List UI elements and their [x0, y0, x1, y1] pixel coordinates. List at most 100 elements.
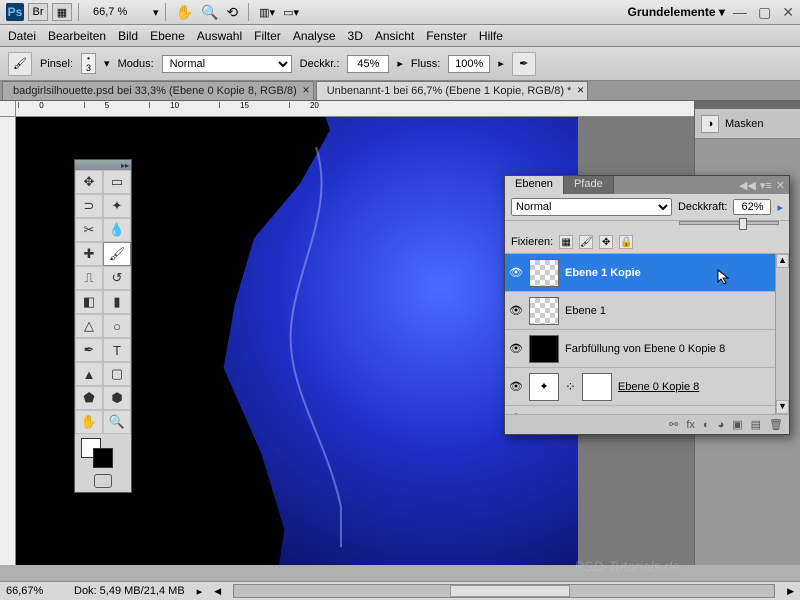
brush-size-picker[interactable]: •3 [81, 53, 96, 74]
ruler-vertical[interactable] [0, 117, 16, 565]
opacity-input[interactable] [347, 55, 389, 73]
layer-thumb[interactable] [529, 297, 559, 325]
visibility-icon[interactable]: 👁 [509, 380, 523, 393]
layer-thumb[interactable] [529, 335, 559, 363]
toolbox-collapse-icon[interactable]: ▸▸ [121, 161, 129, 170]
blur-tool[interactable]: △ [75, 314, 103, 338]
hand-tool-icon[interactable]: ✋ [176, 4, 193, 21]
marquee-tool[interactable]: ▭ [103, 170, 131, 194]
visibility-icon[interactable]: 👁 [509, 266, 523, 279]
tab-ebenen[interactable]: Ebenen [505, 176, 564, 194]
move-tool[interactable]: ✥ [75, 170, 103, 194]
layer-row[interactable]: 👁 Ebene 1 [505, 292, 775, 330]
zoom-percent-field[interactable]: 66,67% [6, 585, 62, 597]
menu-ebene[interactable]: Ebene [150, 29, 185, 43]
horizontal-scrollbar[interactable] [233, 584, 775, 598]
zoom-tool-icon[interactable]: 🔍 [201, 4, 218, 21]
zoom-level-dropdown[interactable]: 66,7 % [93, 6, 153, 18]
arrange-docs-icon[interactable]: ▥▾ [259, 6, 275, 19]
minimize-icon[interactable]: — [733, 4, 747, 20]
path-select-tool[interactable]: ▲ [75, 362, 103, 386]
menu-3d[interactable]: 3D [348, 29, 363, 43]
quick-mask-toggle[interactable] [94, 474, 112, 488]
airbrush-icon[interactable]: ✒ [512, 52, 536, 76]
new-layer-icon[interactable]: ▤ [751, 418, 761, 431]
visibility-icon[interactable]: 👁 [509, 304, 523, 317]
layer-opacity-input[interactable] [733, 199, 771, 215]
layer-name[interactable]: Ebene 1 Kopie [565, 267, 641, 279]
blend-mode-select[interactable]: Normal [162, 55, 292, 73]
lock-position-icon[interactable]: ✥ [599, 235, 613, 249]
tab-pfade[interactable]: Pfade [564, 176, 614, 194]
panel-collapse-icon[interactable]: ◀◀ [739, 179, 756, 192]
window-controls[interactable]: — ▢ ✕ [725, 4, 794, 21]
layer-name[interactable]: Farbfüllung von Ebene 0 Kopie 8 [565, 343, 725, 355]
link-layers-icon[interactable]: ⚯ [669, 418, 678, 431]
brush-tool-preset-icon[interactable]: 🖌 [8, 52, 32, 76]
adjustment-icon[interactable]: ◕ [718, 419, 725, 431]
menu-bild[interactable]: Bild [118, 29, 138, 43]
add-mask-icon[interactable]: ◐ [703, 419, 710, 431]
menu-ansicht[interactable]: Ansicht [375, 29, 414, 43]
menu-filter[interactable]: Filter [254, 29, 281, 43]
color-swatches[interactable] [75, 434, 131, 470]
close-icon[interactable]: ✕ [782, 4, 794, 20]
layout-button[interactable]: ▦ [52, 3, 72, 21]
layer-thumb[interactable] [529, 259, 559, 287]
opacity-slider[interactable] [679, 221, 779, 225]
bridge-button[interactable]: Br [28, 3, 48, 21]
layer-row[interactable]: 👁 Ebene 1 Kopie [505, 254, 775, 292]
eyedropper-tool[interactable]: 💧 [103, 218, 131, 242]
lock-all-icon[interactable]: 🔒 [619, 235, 633, 249]
lasso-tool[interactable]: ⊃ [75, 194, 103, 218]
pen-tool[interactable]: ✒ [75, 338, 103, 362]
ruler-origin[interactable] [0, 101, 16, 117]
eraser-tool[interactable]: ◧ [75, 290, 103, 314]
group-icon[interactable]: ▣ [732, 418, 742, 431]
menu-fenster[interactable]: Fenster [426, 29, 467, 43]
layer-row[interactable]: 👁 Farbfüllung von Ebene 0 Kopie 8 [505, 330, 775, 368]
background-color[interactable] [93, 448, 113, 468]
fx-icon[interactable]: fx [686, 419, 695, 431]
mask-thumb[interactable] [582, 373, 612, 401]
layer-thumb[interactable]: ✦ [529, 373, 559, 401]
screen-mode-icon[interactable]: ▭▾ [283, 6, 299, 19]
doc-tab-0[interactable]: badgirlsilhouette.psd bei 33,3% (Ebene 0… [2, 81, 314, 100]
lock-pixels-icon[interactable]: 🖌 [579, 235, 593, 249]
menu-datei[interactable]: Datei [8, 29, 36, 43]
3d-tool[interactable]: ⬟ [75, 386, 103, 410]
visibility-icon[interactable]: 👁 [509, 342, 523, 355]
type-tool[interactable]: T [103, 338, 131, 362]
layer-name[interactable]: Ebene 0 Kopie 8 [618, 381, 699, 393]
flow-input[interactable] [448, 55, 490, 73]
layers-scrollbar[interactable]: ▲▼ [775, 254, 789, 414]
lock-transparent-icon[interactable]: ▦ [559, 235, 573, 249]
menu-hilfe[interactable]: Hilfe [479, 29, 503, 43]
dodge-tool[interactable]: ○ [103, 314, 131, 338]
panel-close-icon[interactable]: ✕ [776, 179, 785, 192]
opacity-flyout-icon[interactable]: ▸ [777, 201, 783, 214]
menu-analyse[interactable]: Analyse [293, 29, 336, 43]
stamp-tool[interactable]: ⎍ [75, 266, 103, 290]
panel-menu-icon[interactable]: ▾≡ [760, 179, 772, 192]
rotate-view-icon[interactable]: ⟲ [226, 4, 238, 21]
masks-panel-collapsed[interactable]: ◑ Masken [695, 109, 800, 139]
crop-tool[interactable]: ✂ [75, 218, 103, 242]
gradient-tool[interactable]: ▮ [103, 290, 131, 314]
healing-tool[interactable]: ✚ [75, 242, 103, 266]
workspace-switcher[interactable]: Grundelemente ▾ [628, 5, 725, 19]
brush-tool[interactable]: 🖌 [103, 242, 131, 266]
ruler-horizontal[interactable]: 05101520 [16, 101, 694, 117]
close-tab-icon[interactable]: ✕ [302, 85, 310, 96]
layer-row[interactable]: 👁 Schein nach außen von Ebene... [505, 406, 775, 414]
layer-blend-mode-select[interactable]: Normal [511, 198, 672, 216]
menu-bearbeiten[interactable]: Bearbeiten [48, 29, 106, 43]
3d-camera-tool[interactable]: ⬢ [103, 386, 131, 410]
shape-tool[interactable]: ▢ [103, 362, 131, 386]
layer-name[interactable]: Ebene 1 [565, 305, 606, 317]
maximize-icon[interactable]: ▢ [758, 4, 771, 20]
history-brush-tool[interactable]: ↺ [103, 266, 131, 290]
quick-select-tool[interactable]: ✦ [103, 194, 131, 218]
hand-tool[interactable]: ✋ [75, 410, 103, 434]
zoom-tool[interactable]: 🔍 [103, 410, 131, 434]
